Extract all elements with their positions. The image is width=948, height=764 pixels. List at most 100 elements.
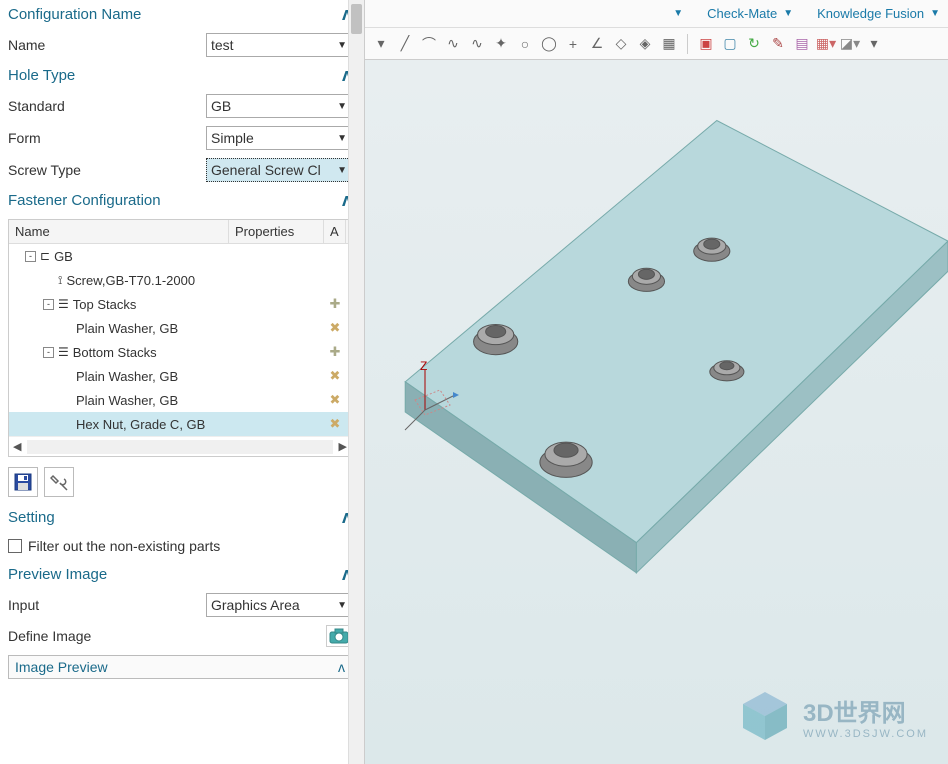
stack-icon: ☰ <box>58 345 69 359</box>
add-icon[interactable]: ✚ <box>330 344 341 360</box>
tree-row[interactable]: Hex Nut, Grade C, GB ✖ <box>9 412 351 436</box>
tools-button[interactable] <box>44 467 74 497</box>
tree-toggle[interactable]: - <box>43 347 54 358</box>
table-tool-icon[interactable]: ▦▾ <box>816 34 836 54</box>
save-button[interactable] <box>8 467 38 497</box>
more-tool-icon[interactable]: ▾ <box>864 34 884 54</box>
standard-dropdown[interactable]: GB▼ <box>206 94 352 118</box>
filter-checkbox[interactable] <box>8 539 22 553</box>
circle-tool-icon[interactable]: ○ <box>515 34 535 54</box>
tree-header: Name Properties A <box>9 220 351 244</box>
tool-icon[interactable]: ✖ <box>330 368 341 384</box>
top-menu-bar: ▼ Check-Mate▼ Knowledge Fusion▼ <box>365 0 948 28</box>
grid-tool-icon[interactable]: ▦ <box>659 34 679 54</box>
form-dropdown[interactable]: Simple▼ <box>206 126 352 150</box>
filter-label: Filter out the non-existing parts <box>28 538 220 554</box>
screw-type-label: Screw Type <box>8 162 206 178</box>
view-tool-icon[interactable]: ▢ <box>720 34 740 54</box>
library-tool-icon[interactable]: ◪▾ <box>840 34 860 54</box>
arc-tool-icon[interactable]: ⌒ <box>419 34 439 54</box>
select-tool-icon[interactable]: ▣ <box>696 34 716 54</box>
cube-logo-icon <box>737 688 793 744</box>
tree-label: Plain Washer, GB <box>76 321 178 336</box>
section-setting[interactable]: Setting ʌ <box>0 503 360 532</box>
angle-tool-icon[interactable]: ∠ <box>587 34 607 54</box>
tree-label: Plain Washer, GB <box>76 393 178 408</box>
define-image-label: Define Image <box>8 628 326 644</box>
scroll-right-icon[interactable]: ▶ <box>339 440 347 453</box>
menu-check-mate[interactable]: Check-Mate▼ <box>707 6 793 21</box>
col-name[interactable]: Name <box>9 220 229 243</box>
watermark-main: 3D世界网 <box>803 693 928 728</box>
menu-dropdown[interactable]: ▼ <box>673 8 683 19</box>
properties-panel: Configuration Name ʌ Name test▼ Hole Typ… <box>0 0 365 764</box>
tool-icon[interactable]: ✖ <box>330 392 341 408</box>
dropdown-arrow-icon: ▼ <box>337 133 347 144</box>
panel-scrollbar[interactable] <box>348 0 364 764</box>
section-fastener-config[interactable]: Fastener Configuration ʌ <box>0 186 360 215</box>
dropdown-arrow-icon: ▼ <box>337 101 347 112</box>
name-label: Name <box>8 37 206 53</box>
tree-toggle[interactable]: - <box>25 251 36 262</box>
screw-type-dropdown[interactable]: General Screw Cl▼ <box>206 158 352 182</box>
tree-horizontal-scroll[interactable]: ◀ ▶ <box>9 436 351 456</box>
col-properties[interactable]: Properties <box>229 220 324 243</box>
box-tool-icon[interactable]: ◇ <box>611 34 631 54</box>
watermark: 3D世界网 WWW.3DSJW.COM <box>737 688 928 744</box>
col-a[interactable]: A <box>324 220 346 243</box>
add-icon[interactable]: ✚ <box>330 296 341 312</box>
dropdown-icon[interactable]: ▾ <box>371 34 391 54</box>
tree-row[interactable]: -☰ Bottom Stacks ✚ <box>9 340 351 364</box>
tree-row[interactable]: Plain Washer, GB ✖ <box>9 388 351 412</box>
viewport-panel: ▼ Check-Mate▼ Knowledge Fusion▼ ▾ ╱ ⌒ ∿ … <box>365 0 948 764</box>
input-source-dropdown[interactable]: Graphics Area▼ <box>206 593 352 617</box>
tree-row[interactable]: -⊏GB <box>9 244 351 268</box>
wrench-icon <box>50 473 68 491</box>
tree-label: Plain Washer, GB <box>76 369 178 384</box>
bracket-icon: ⊏ <box>40 249 50 263</box>
cube-tool-icon[interactable]: ◈ <box>635 34 655 54</box>
camera-icon <box>329 628 349 644</box>
tree-row[interactable]: -☰ Top Stacks ✚ <box>9 292 351 316</box>
standard-label: Standard <box>8 98 206 114</box>
tool-icon[interactable]: ✖ <box>330 416 341 432</box>
icon-toolbar: ▾ ╱ ⌒ ∿ ∿ ✦ ○ ◯ + ∠ ◇ ◈ ▦ ▣ ▢ ↻ ✎ ▤ ▦▾ ◪… <box>365 28 948 60</box>
image-preview-header[interactable]: Image Preview ʌ <box>9 656 351 678</box>
section-title: Preview Image <box>8 566 107 583</box>
scroll-left-icon[interactable]: ◀ <box>13 440 21 453</box>
3d-viewport[interactable]: Z 3D世界网 WWW.3DSJW.COM <box>365 60 948 764</box>
dropdown-arrow-icon: ▼ <box>337 600 347 611</box>
watermark-sub: WWW.3DSJW.COM <box>803 728 928 740</box>
tree-row[interactable]: Plain Washer, GB ✖ <box>9 364 351 388</box>
tree-label: Bottom Stacks <box>73 345 157 360</box>
section-title: Setting <box>8 509 55 526</box>
input-label: Input <box>8 597 206 613</box>
tree-row[interactable]: Plain Washer, GB ✖ <box>9 316 351 340</box>
tool-icon[interactable]: ✖ <box>330 320 341 336</box>
form-label: Form <box>8 130 206 146</box>
section-title: Configuration Name <box>8 6 141 23</box>
brush-tool-icon[interactable]: ✎ <box>768 34 788 54</box>
name-input[interactable]: test▼ <box>206 33 352 57</box>
section-hole-type[interactable]: Hole Type ʌ <box>0 61 360 90</box>
spline-tool-icon[interactable]: ∿ <box>443 34 463 54</box>
cross-tool-icon[interactable]: + <box>563 34 583 54</box>
tree-row[interactable]: ⟟ Screw,GB-T70.1-2000 <box>9 268 351 292</box>
menu-knowledge-fusion[interactable]: Knowledge Fusion▼ <box>817 6 940 21</box>
tree-label: Top Stacks <box>73 297 137 312</box>
curve-tool-icon[interactable]: ∿ <box>467 34 487 54</box>
point-tool-icon[interactable]: ✦ <box>491 34 511 54</box>
tree-label: Hex Nut, Grade C, GB <box>76 417 205 432</box>
refresh-tool-icon[interactable]: ↻ <box>744 34 764 54</box>
layers-tool-icon[interactable]: ▤ <box>792 34 812 54</box>
section-config-name[interactable]: Configuration Name ʌ <box>0 0 360 29</box>
tree-toggle[interactable]: - <box>43 299 54 310</box>
ellipse-tool-icon[interactable]: ◯ <box>539 34 559 54</box>
line-tool-icon[interactable]: ╱ <box>395 34 415 54</box>
tree-label: Screw,GB-T70.1-2000 <box>66 273 195 288</box>
screw-icon: ⟟ <box>58 273 62 288</box>
floppy-disk-icon <box>14 473 32 491</box>
z-axis-label: Z <box>420 360 427 373</box>
stack-icon: ☰ <box>58 297 69 311</box>
section-preview-image[interactable]: Preview Image ʌ <box>0 560 360 589</box>
